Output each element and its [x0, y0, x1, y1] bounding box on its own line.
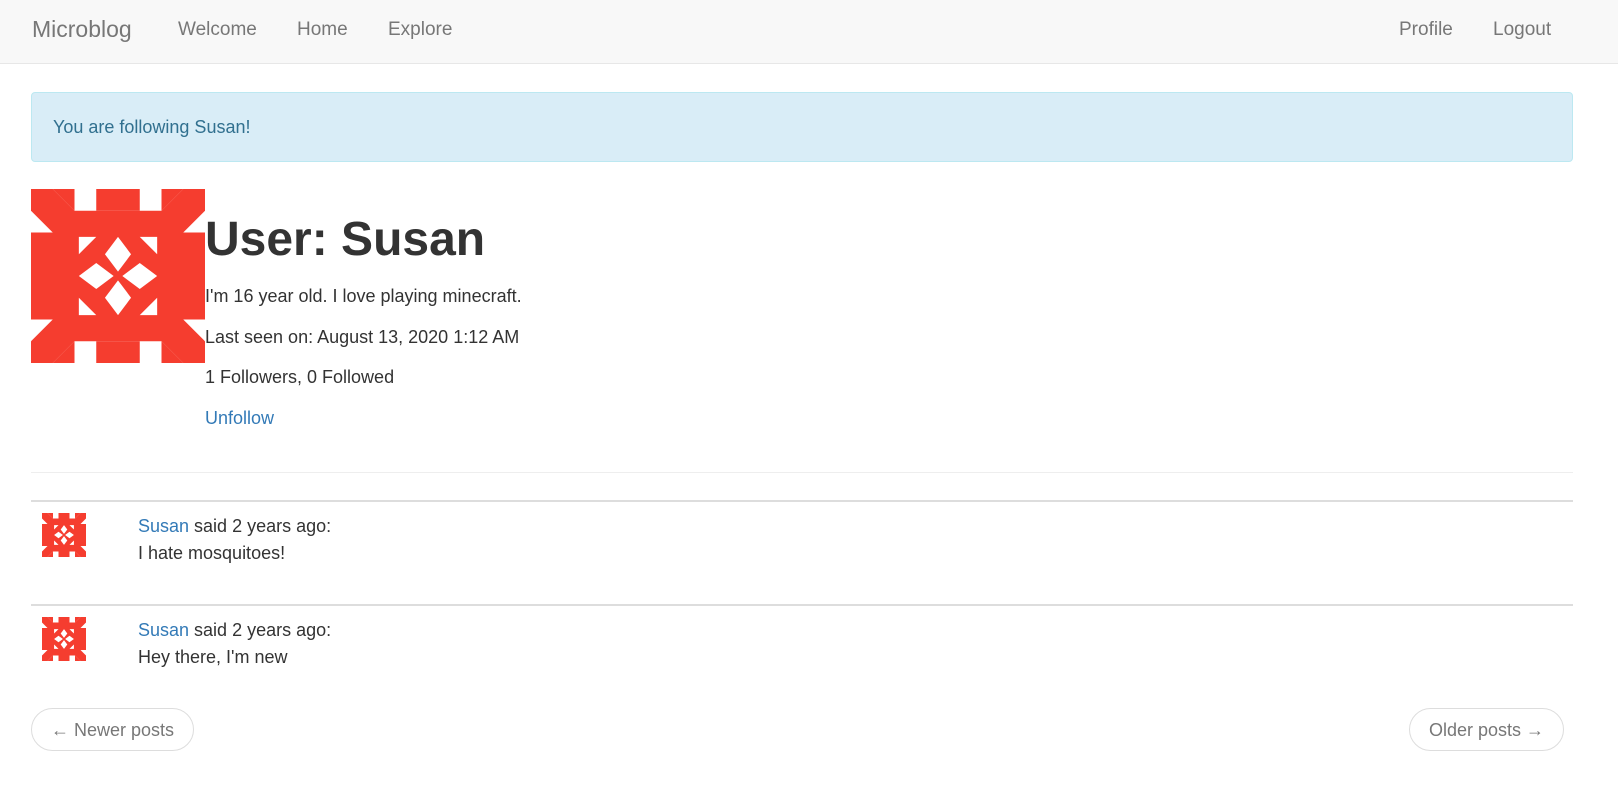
profile-last-seen: Last seen on: August 13, 2020 1:12 AM [205, 327, 520, 347]
post-time: said 2 years ago: [189, 516, 332, 536]
brand-link[interactable]: Microblog [32, 16, 132, 43]
post-body: I hate mosquitoes! [138, 543, 286, 563]
post-meta: Susan said 2 years ago: [138, 620, 331, 641]
nav-welcome[interactable]: Welcome [178, 19, 257, 41]
divider [31, 472, 1573, 473]
identicon-avatar-icon [31, 189, 205, 363]
older-posts-button[interactable]: Older posts → [1409, 708, 1565, 751]
post-separator [31, 604, 1573, 606]
nav-logout[interactable]: Logout [1493, 19, 1551, 41]
nav-home[interactable]: Home [297, 19, 348, 41]
page-title: User: Susan [205, 213, 486, 266]
newer-posts-button[interactable]: ← Newer posts [31, 708, 195, 751]
post-body: Hey there, I'm new [138, 647, 288, 667]
flash-alert: You are following Susan! [31, 92, 1573, 162]
profile-about: I'm 16 year old. I love playing minecraf… [205, 286, 522, 306]
post-time: said 2 years ago: [189, 620, 332, 640]
profile-follow-counts: 1 Followers, 0 Followed [205, 367, 395, 387]
post-author-link[interactable]: Susan [138, 516, 189, 536]
top-navbar: Microblog Welcome Home Explore Profile L… [0, 0, 1618, 64]
nav-profile[interactable]: Profile [1399, 19, 1453, 41]
post-separator [31, 500, 1573, 502]
post-author-link[interactable]: Susan [138, 620, 189, 640]
post-avatar-icon[interactable] [42, 617, 86, 661]
flash-message: You are following Susan! [53, 117, 251, 137]
post-meta: Susan said 2 years ago: [138, 516, 331, 537]
unfollow-link[interactable]: Unfollow [205, 408, 274, 429]
nav-explore[interactable]: Explore [388, 19, 452, 41]
post-avatar-icon[interactable] [42, 513, 86, 557]
